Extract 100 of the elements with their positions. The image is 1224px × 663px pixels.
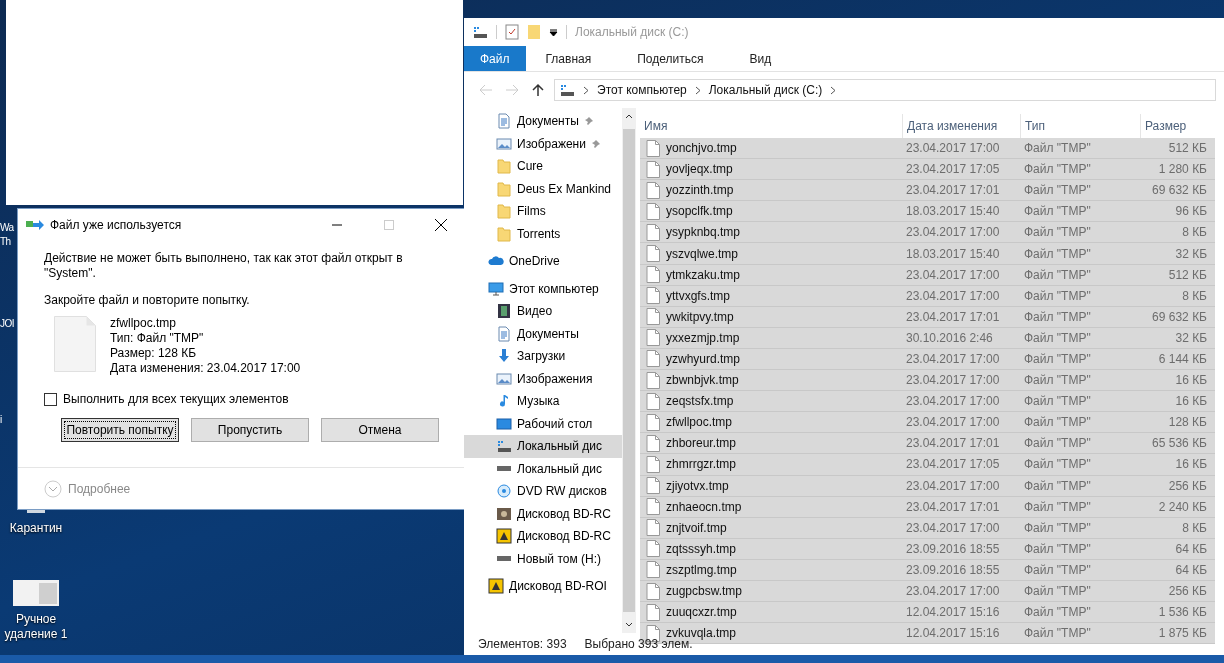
file-icon bbox=[646, 561, 660, 579]
drive-icon bbox=[496, 438, 512, 455]
file-row[interactable]: ysopclfk.tmp 18.03.2017 15:40 Файл "TMP" 96 КБ bbox=[640, 201, 1215, 223]
drive-icon bbox=[496, 556, 512, 562]
file-row[interactable]: ywkitpvy.tmp 23.04.2017 17:01 Файл "TMP" 69 632 КБ bbox=[640, 306, 1215, 328]
file-row[interactable]: ytmkzaku.tmp 23.04.2017 17:00 Файл "TMP" 512 КБ bbox=[640, 264, 1215, 286]
address-bar[interactable]: Этот компьютер Локальный диск (C:) bbox=[554, 79, 1216, 101]
ribbon-tab[interactable]: Главная bbox=[529, 46, 608, 71]
dialog-button[interactable]: Отмена bbox=[321, 418, 439, 442]
scroll-up-icon[interactable] bbox=[625, 114, 633, 119]
nav-item[interactable]: Cure bbox=[464, 155, 622, 178]
file-icon bbox=[646, 181, 660, 199]
file-row[interactable]: zfwllpoc.tmp 23.04.2017 17:00 Файл "TMP" 128 КБ bbox=[640, 412, 1215, 434]
nav-item[interactable]: Рабочий стол bbox=[464, 412, 622, 435]
file-row[interactable]: zbwnbjvk.tmp 23.04.2017 17:00 Файл "TMP" 16 КБ bbox=[640, 370, 1215, 392]
file-row[interactable]: zugpcbsw.tmp 23.04.2017 17:00 Файл "TMP" 256 КБ bbox=[640, 580, 1215, 603]
file-row[interactable]: yttvxgfs.tmp 23.04.2017 17:00 Файл "TMP" 8 КБ bbox=[640, 285, 1215, 307]
nav-item[interactable]: Музыка bbox=[464, 390, 622, 413]
file-icon bbox=[646, 202, 660, 220]
nav-item[interactable]: Загрузки bbox=[464, 345, 622, 368]
nav-item[interactable]: OneDrive bbox=[464, 250, 622, 273]
nav-item[interactable]: Новый том (H:) bbox=[464, 547, 622, 570]
nav-item[interactable]: Изображения bbox=[464, 367, 622, 390]
file-modified-date: Дата изменения: 23.04.2017 17:00 bbox=[110, 361, 301, 376]
desktop-icon-label: Wa bbox=[0, 222, 14, 233]
nav-item[interactable]: Документы bbox=[464, 110, 622, 133]
nav-item[interactable]: Films bbox=[464, 200, 622, 223]
nav-item[interactable]: Дисковод BD-ROI bbox=[464, 575, 622, 598]
picture-icon bbox=[496, 135, 512, 152]
nav-item[interactable]: DVD RW дисков bbox=[464, 480, 622, 503]
file-type: Тип: Файл "TMP" bbox=[110, 331, 205, 346]
file-row[interactable]: ysypknbq.tmp 23.04.2017 17:00 Файл "TMP" 8 КБ bbox=[640, 222, 1215, 244]
file-icon bbox=[646, 139, 660, 157]
desktop-icon-label: i bbox=[0, 414, 2, 425]
file-row[interactable]: yzwhyurd.tmp 23.04.2017 17:00 Файл "TMP" 6 144 КБ bbox=[640, 348, 1215, 371]
column-header[interactable]: Имя bbox=[640, 114, 902, 138]
file-row[interactable]: zszptlmg.tmp 23.09.2016 18:55 Файл "TMP" 64 КБ bbox=[640, 559, 1215, 581]
ribbon-tab[interactable]: Файл bbox=[464, 46, 526, 71]
scrollbar[interactable] bbox=[622, 108, 636, 633]
desktop-icon-label: Th bbox=[0, 236, 11, 247]
file-row[interactable]: yonchjvo.tmp 23.04.2017 17:00 Файл "TMP" 512 КБ bbox=[640, 138, 1215, 160]
disc-drive-icon bbox=[496, 505, 512, 522]
drive-icon bbox=[559, 82, 575, 98]
file-row[interactable]: zhmrrgzr.tmp 23.04.2017 17:05 Файл "TMP" 16 КБ bbox=[640, 454, 1215, 476]
file-row[interactable]: zeqstsfx.tmp 23.04.2017 17:00 Файл "TMP" 16 КБ bbox=[640, 391, 1215, 413]
nav-item[interactable]: Документы bbox=[464, 322, 622, 345]
nav-item[interactable]: Дисковод BD-RC bbox=[464, 525, 622, 548]
file-size: Размер: 128 КБ bbox=[110, 346, 198, 361]
file-row[interactable]: yxxezmjp.tmp 30.10.2016 2:46 Файл "TMP" 32 КБ bbox=[640, 327, 1215, 349]
nav-item[interactable]: Изображени bbox=[464, 132, 622, 155]
item-count: Элементов: 393 bbox=[478, 637, 567, 651]
checkbox[interactable] bbox=[44, 392, 57, 406]
file-icon bbox=[646, 350, 660, 368]
file-row[interactable]: zuuqcxzr.tmp 12.04.2017 15:16 Файл "TMP" 1 536 КБ bbox=[640, 602, 1215, 624]
file-row[interactable]: zhboreur.tmp 23.04.2017 17:01 Файл "TMP" 65 536 КБ bbox=[640, 433, 1215, 455]
dialog-button[interactable]: Пропустить bbox=[191, 418, 309, 442]
dialog-button[interactable]: Повторить попытку bbox=[61, 418, 179, 442]
drive-icon bbox=[472, 24, 488, 40]
nav-item[interactable]: Этот компьютер bbox=[464, 277, 622, 300]
file-icon bbox=[646, 519, 660, 537]
nav-item[interactable]: Локальный дис bbox=[464, 457, 622, 480]
ribbon-tab[interactable]: Поделиться bbox=[621, 46, 720, 71]
file-icon bbox=[646, 582, 660, 600]
monitor-icon bbox=[488, 280, 504, 297]
file-row[interactable]: yszvqlwe.tmp 18.03.2017 15:40 Файл "TMP" 32 КБ bbox=[640, 243, 1215, 265]
file-row[interactable]: yovljeqx.tmp 23.04.2017 17:05 Файл "TMP" 1 280 КБ bbox=[640, 159, 1215, 181]
file-row[interactable]: znjtvoif.tmp 23.04.2017 17:00 Файл "TMP" 8 КБ bbox=[640, 517, 1215, 539]
close-icon bbox=[435, 219, 447, 231]
file-icon bbox=[646, 603, 660, 621]
file-icon bbox=[646, 308, 660, 326]
desktop-icon-label[interactable]: Ручное удаление 1 bbox=[0, 612, 72, 642]
scroll-down-icon[interactable] bbox=[625, 622, 633, 627]
ribbon-tab[interactable]: Вид bbox=[733, 46, 788, 71]
file-icon bbox=[646, 245, 660, 262]
scrollbar-thumb[interactable] bbox=[623, 129, 635, 612]
file-icon bbox=[646, 392, 660, 410]
file-icon bbox=[646, 455, 660, 473]
nav-item[interactable]: Видео bbox=[464, 300, 622, 323]
file-row[interactable]: zqtsssyh.tmp 23.09.2016 18:55 Файл "TMP" 64 КБ bbox=[640, 538, 1215, 560]
file-name: zfwllpoc.tmp bbox=[110, 316, 178, 331]
breadcrumb-item[interactable]: Локальный диск (C:) bbox=[708, 83, 823, 97]
pin-icon bbox=[583, 116, 594, 127]
properties-icon[interactable] bbox=[505, 24, 519, 40]
file-row[interactable]: zjiyotvx.tmp 23.04.2017 17:00 Файл "TMP" 256 КБ bbox=[640, 475, 1215, 497]
nav-item[interactable]: Дисковод BD-RC bbox=[464, 502, 622, 525]
breadcrumb-item[interactable]: Этот компьютер bbox=[597, 83, 687, 97]
dropdown-icon[interactable] bbox=[549, 27, 558, 37]
nav-item[interactable]: Deus Ex Mankind bbox=[464, 177, 622, 200]
disc-drive-icon bbox=[488, 578, 504, 595]
nav-item[interactable]: Локальный дис bbox=[464, 435, 622, 458]
file-icon bbox=[646, 223, 660, 241]
instruction-text: Закройте файл и повторите попытку. bbox=[44, 293, 251, 308]
file-row[interactable]: znhaeocn.tmp 23.04.2017 17:01 Файл "TMP" 2 240 КБ bbox=[640, 496, 1215, 518]
desktop-icon-label[interactable]: Карантин bbox=[9, 521, 63, 536]
details-button[interactable]: Подробнее bbox=[44, 479, 131, 498]
window-icon bbox=[13, 580, 59, 606]
file-row[interactable]: yozzinth.tmp 23.04.2017 17:01 Файл "TMP" 69 632 КБ bbox=[640, 180, 1215, 202]
drive-icon bbox=[496, 466, 512, 472]
nav-item[interactable]: Torrents bbox=[464, 222, 622, 245]
chevron-right-icon bbox=[830, 85, 837, 95]
